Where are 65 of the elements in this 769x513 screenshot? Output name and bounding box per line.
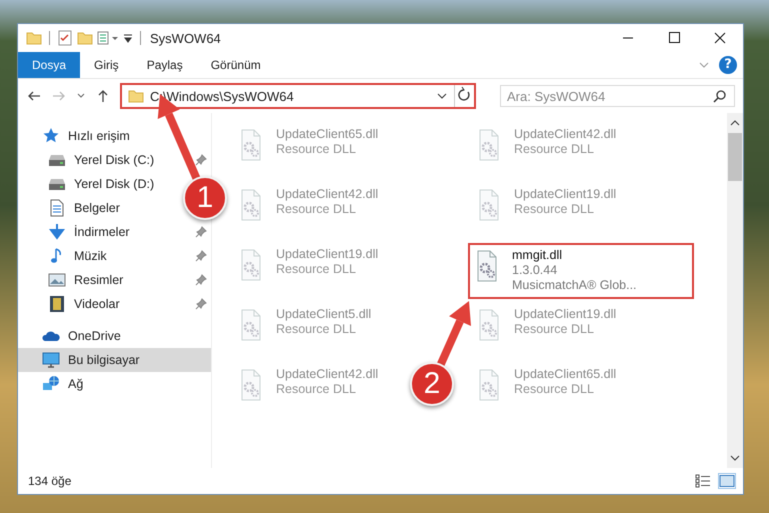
ribbon-tab[interactable]: Dosya bbox=[18, 52, 80, 78]
file-type: Resource DLL bbox=[514, 382, 595, 396]
file-type: Resource DLL bbox=[276, 262, 357, 276]
checklist-icon[interactable] bbox=[57, 30, 73, 46]
highlighted-file-item[interactable]: mmgit.dll 1.3.0.44 MusicmatchA® Glob... bbox=[468, 243, 694, 299]
chevron-up-icon[interactable] bbox=[730, 119, 740, 127]
picture-icon bbox=[48, 271, 66, 289]
nav-item[interactable]: Videolar bbox=[74, 297, 120, 311]
ribbon-tab[interactable]: Giriş bbox=[80, 52, 133, 78]
help-button[interactable]: ? bbox=[719, 56, 737, 74]
network-icon bbox=[42, 375, 60, 393]
file-name: mmgit.dll bbox=[512, 248, 564, 262]
file-name: UpdateClient65.dll bbox=[514, 367, 616, 381]
file-type: Resource DLL bbox=[276, 382, 357, 396]
scrollbar-thumb[interactable] bbox=[728, 133, 742, 181]
file-name: UpdateClient65.dll bbox=[276, 127, 378, 141]
nav-item[interactable]: Yerel Disk (C:) bbox=[74, 153, 154, 167]
properties-icon[interactable] bbox=[97, 30, 119, 46]
nav-item[interactable]: OneDrive bbox=[68, 329, 121, 343]
file-name: UpdateClient42.dll bbox=[276, 187, 378, 201]
file-name: UpdateClient19.dll bbox=[514, 187, 616, 201]
nav-item[interactable]: İndirmeler bbox=[74, 225, 130, 239]
address-path: C:\Windows\SysWOW64 bbox=[150, 88, 295, 104]
scrollbar[interactable] bbox=[727, 113, 743, 468]
file-name: UpdateClient19.dll bbox=[276, 247, 378, 261]
file-type: Resource DLL bbox=[276, 202, 357, 216]
file-type: Resource DLL bbox=[276, 142, 357, 156]
file-type: Resource DLL bbox=[514, 322, 595, 336]
file-type: MusicmatchA® Glob... bbox=[512, 278, 637, 292]
document-icon bbox=[48, 199, 66, 217]
ribbon-tab[interactable]: Görünüm bbox=[196, 52, 275, 78]
address-field[interactable]: C:\Windows\SysWOW64 bbox=[120, 83, 476, 109]
search-icon[interactable] bbox=[713, 89, 727, 103]
file-name: UpdateClient19.dll bbox=[514, 307, 616, 321]
selected-nav-item[interactable]: Bu bilgisayar bbox=[18, 348, 211, 372]
search-field[interactable]: Ara: SysWOW64 bbox=[500, 85, 735, 107]
file-name: UpdateClient5.dll bbox=[276, 307, 372, 321]
pin-icon[interactable] bbox=[195, 250, 207, 262]
file-name: UpdateClient42.dll bbox=[514, 127, 616, 141]
pin-icon[interactable] bbox=[195, 298, 207, 310]
film-icon bbox=[48, 295, 66, 313]
pin-icon[interactable] bbox=[195, 226, 207, 238]
nav-item[interactable]: Belgeler bbox=[74, 201, 120, 215]
file-version: 1.3.0.44 bbox=[512, 263, 558, 277]
ribbon-tab[interactable]: Paylaş bbox=[132, 52, 197, 78]
chevron-down-icon[interactable] bbox=[730, 454, 740, 462]
file-type: Resource DLL bbox=[514, 202, 595, 216]
file-name: UpdateClient42.dll bbox=[276, 367, 378, 381]
details-view-icon[interactable] bbox=[695, 474, 711, 488]
nav-item[interactable]: Resimler bbox=[74, 273, 124, 287]
large-icons-view-icon[interactable] bbox=[719, 474, 735, 488]
item-count: 134 öğe bbox=[28, 474, 72, 488]
pin-icon[interactable] bbox=[195, 274, 207, 286]
file-type: Resource DLL bbox=[276, 322, 357, 336]
file-type: Resource DLL bbox=[514, 142, 595, 156]
pin-icon[interactable] bbox=[195, 154, 207, 166]
window-title: SysWOW64 bbox=[150, 30, 221, 46]
nav-item[interactable]: Ağ bbox=[68, 377, 84, 391]
folder-icon bbox=[128, 88, 144, 104]
nav-item[interactable]: Müzik bbox=[74, 249, 107, 263]
star-icon bbox=[42, 127, 60, 145]
download-arrow-icon bbox=[48, 223, 66, 241]
nav-item[interactable]: Yerel Disk (D:) bbox=[74, 177, 154, 191]
nav-item[interactable]: Hızlı erişim bbox=[68, 129, 130, 143]
computer-icon bbox=[42, 351, 60, 369]
